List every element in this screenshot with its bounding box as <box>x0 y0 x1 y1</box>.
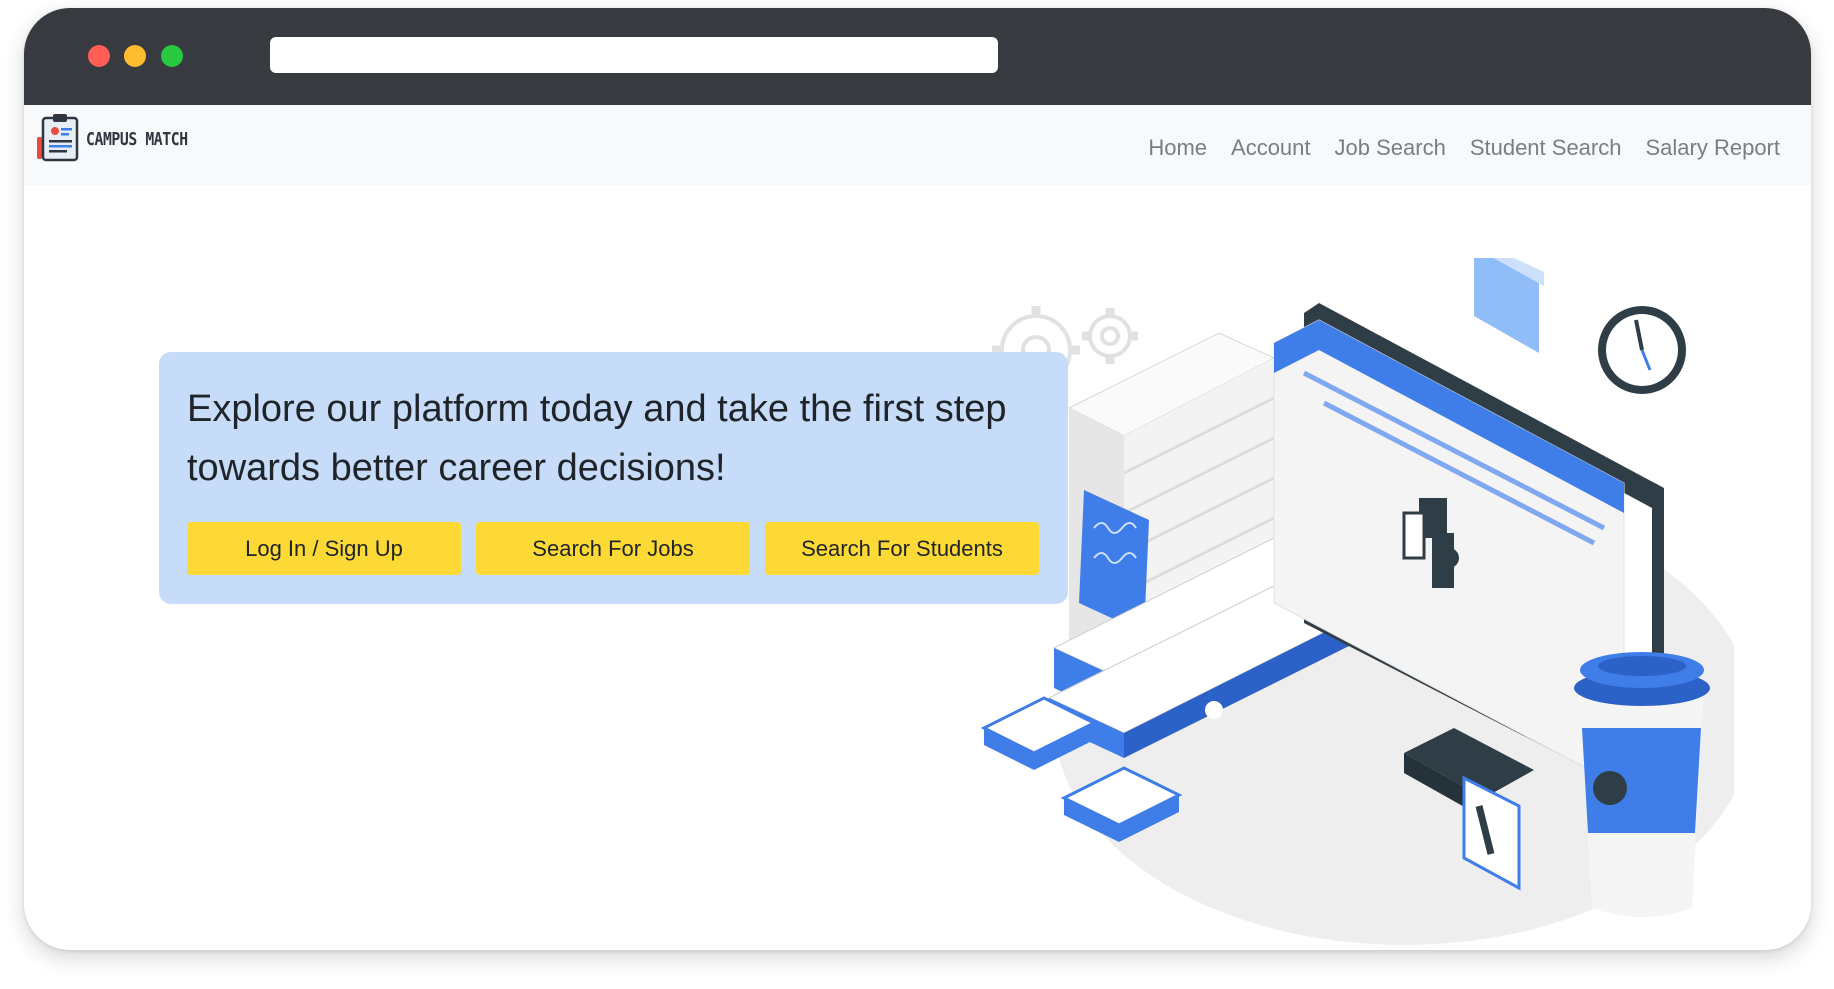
nav-link-home[interactable]: Home <box>1148 135 1207 161</box>
isometric-office-puzzle-illustration <box>974 240 1754 950</box>
nav-link-student-search[interactable]: Student Search <box>1470 135 1622 161</box>
address-bar[interactable] <box>270 37 998 73</box>
nav-link-account[interactable]: Account <box>1231 135 1311 161</box>
navbar: CAMPUS MATCH Home Account Job Search Stu… <box>24 105 1811 185</box>
resume-clipboard-icon <box>34 111 82 167</box>
close-window-button[interactable] <box>88 45 110 67</box>
nav-link-salary-report[interactable]: Salary Report <box>1645 135 1780 161</box>
maximize-window-button[interactable] <box>161 45 183 67</box>
minimize-window-button[interactable] <box>124 45 146 67</box>
brand-name: CAMPUS MATCH <box>86 128 188 150</box>
nav-link-job-search[interactable]: Job Search <box>1335 135 1446 161</box>
search-students-button[interactable]: Search For Students <box>765 522 1039 575</box>
browser-chrome <box>24 8 1811 105</box>
login-signup-button[interactable]: Log In / Sign Up <box>187 522 461 575</box>
hero-heading: Explore our platform today and take the … <box>187 388 1007 489</box>
hero-card: Explore our platform today and take the … <box>159 352 1068 604</box>
browser-window: CAMPUS MATCH Home Account Job Search Stu… <box>24 8 1811 950</box>
search-jobs-button[interactable]: Search For Jobs <box>476 522 750 575</box>
nav-links: Home Account Job Search Student Search S… <box>1148 135 1780 161</box>
brand[interactable]: CAMPUS MATCH <box>34 113 210 165</box>
